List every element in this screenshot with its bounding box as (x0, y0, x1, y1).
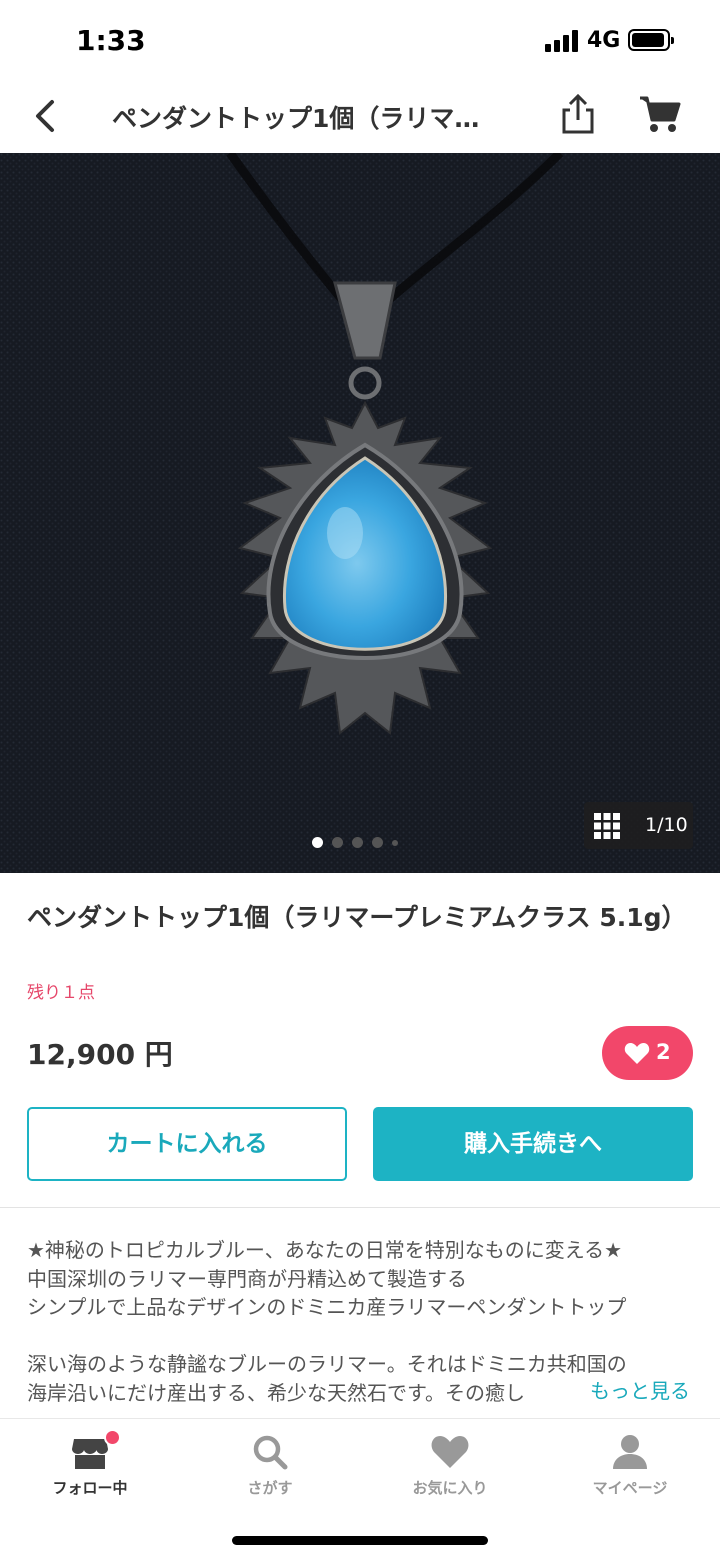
signal-icon (545, 30, 579, 52)
description-line: シンプルで上品なデザインのドミニカ産ラリマーペンダントトップ (27, 1295, 627, 1319)
description-line: ★神秘のトロピカルブルー、あなたの日常を特別なものに変える★ (27, 1238, 623, 1262)
like-button[interactable]: 2 (602, 1026, 693, 1080)
heart-icon (431, 1436, 469, 1468)
chevron-left-icon (36, 100, 54, 132)
pagination-dot (312, 837, 323, 848)
nav-title: ペンダントトップ1個（ラリマ… (112, 104, 480, 133)
tab-following[interactable]: フォロー中 (0, 1419, 180, 1519)
cart-button[interactable] (638, 94, 682, 134)
tab-label: お気に入り (412, 1479, 488, 1497)
back-button[interactable] (26, 94, 70, 138)
battery-icon (628, 29, 674, 51)
tab-label: マイページ (592, 1479, 668, 1497)
pagination-dot (332, 837, 343, 848)
tab-my-page[interactable]: マイページ (540, 1419, 720, 1519)
heart-icon (624, 1043, 650, 1064)
tab-label: さがす (247, 1479, 293, 1497)
person-icon (613, 1435, 647, 1469)
tab-search[interactable]: さがす (180, 1419, 360, 1519)
nav-bar: ペンダントトップ1個（ラリマ… (0, 80, 720, 152)
status-bar: 1:33 4G (0, 0, 720, 80)
status-time: 1:33 (76, 24, 146, 57)
search-icon (253, 1435, 288, 1470)
like-count: 2 (656, 1040, 671, 1064)
image-counter-button[interactable]: 1/10 (584, 802, 693, 849)
description-line: 中国深圳のラリマー専門商が丹精込めて製造する (27, 1266, 467, 1291)
add-to-cart-button[interactable]: カートに入れる (27, 1107, 347, 1181)
product-image-gallery[interactable]: 1/10 (0, 153, 720, 873)
checkout-button[interactable]: 購入手続きへ (373, 1107, 693, 1181)
product-photo (0, 153, 720, 873)
divider (0, 1207, 720, 1208)
share-button[interactable] (558, 92, 598, 136)
pagination-dot (372, 837, 383, 848)
network-label: 4G (587, 28, 621, 53)
description-line: 深い海のような静謐なブルーのラリマー。それはドミニカ共和国の (27, 1352, 627, 1376)
pagination-dots (312, 837, 412, 849)
share-icon (562, 93, 594, 134)
stock-label: 残り１点 (27, 983, 95, 1003)
read-more-link[interactable]: もっと見る (562, 1376, 702, 1408)
pagination-dot (392, 840, 398, 846)
product-price: 12,900 円 (27, 1038, 173, 1071)
pagination-dot (352, 837, 363, 848)
home-indicator (232, 1536, 488, 1545)
notification-badge (104, 1429, 121, 1446)
tab-label: フォロー中 (52, 1479, 128, 1497)
tab-favorites[interactable]: お気に入り (360, 1419, 540, 1519)
product-title: ペンダントトップ1個（ラリマープレミアムクラス 5.1g） (27, 903, 687, 932)
description-line (27, 1322, 697, 1351)
grid-icon (594, 813, 620, 839)
cart-icon (640, 96, 681, 132)
image-counter: 1/10 (645, 814, 688, 836)
